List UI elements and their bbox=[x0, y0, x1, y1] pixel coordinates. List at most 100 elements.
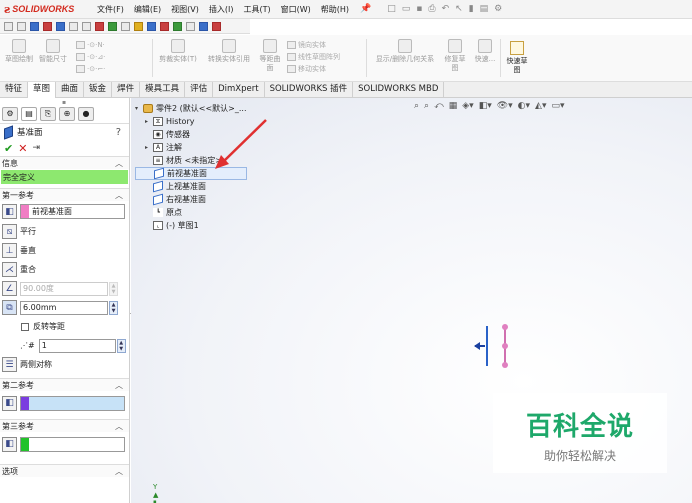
offset-distance-spinner[interactable]: ▲ ▼ bbox=[109, 300, 118, 315]
flip-offset-row[interactable]: 反转等距 bbox=[0, 317, 129, 336]
cancel-x-icon[interactable]: ✕ bbox=[18, 142, 27, 155]
menu-tools[interactable]: 工具(T) bbox=[238, 4, 275, 15]
toolbar-icon-17[interactable] bbox=[212, 21, 221, 31]
mirror-entities-button[interactable]: 镜向实体 bbox=[287, 40, 326, 50]
convert-entities-button[interactable]: 转换实体引用 bbox=[204, 39, 254, 64]
tab-sketch[interactable]: 草图 bbox=[28, 82, 57, 98]
toolbar-icon-8[interactable] bbox=[95, 21, 104, 31]
flip-offset-checkbox[interactable] bbox=[21, 322, 29, 331]
tab-dimxpert[interactable]: DimXpert bbox=[213, 82, 265, 98]
offset-surface-button[interactable]: 等距曲面 bbox=[258, 39, 282, 73]
second-reference-header[interactable]: 第二参考 ︿ bbox=[0, 378, 129, 391]
toolbar-icon-9[interactable] bbox=[108, 21, 117, 31]
trim-entities-button[interactable]: 剪裁实体(T) bbox=[158, 39, 198, 64]
line-tool[interactable]: ·⊙·N· bbox=[76, 40, 105, 50]
toolbar-icon-3[interactable] bbox=[30, 21, 39, 31]
sketch-draw-button[interactable]: 草图绘制 bbox=[4, 39, 34, 64]
toolbar-icon-6[interactable] bbox=[69, 21, 78, 31]
open-file-icon[interactable]: ▭ bbox=[402, 4, 411, 14]
toolbar-icon-10[interactable] bbox=[121, 21, 130, 31]
graphics-area[interactable]: ▾ 零件2 (默认<<默认>_... ▸ ⧖ History ◉ 传感器 ▸ A… bbox=[131, 98, 692, 503]
info-section-header[interactable]: 信息 ︿ bbox=[0, 156, 129, 169]
menu-insert[interactable]: 插入(I) bbox=[204, 4, 239, 15]
show-relations-button[interactable]: 显示/删除几何关系 bbox=[370, 39, 440, 64]
plane-handle[interactable] bbox=[502, 362, 508, 368]
property-manager-tab[interactable]: ▤ bbox=[21, 106, 37, 121]
save-icon[interactable]: ▪ bbox=[416, 4, 422, 14]
smart-dimension-button[interactable]: 智能尺寸 bbox=[38, 39, 68, 64]
new-file-icon[interactable]: □ bbox=[387, 4, 396, 14]
chevron-up-icon[interactable]: ︿ bbox=[115, 421, 123, 432]
tab-mbd[interactable]: SOLIDWORKS MBD bbox=[353, 82, 445, 98]
chevron-up-icon[interactable]: ︿ bbox=[115, 380, 123, 391]
chevron-up-icon[interactable]: ︿ bbox=[115, 158, 123, 169]
tab-sheet-metal[interactable]: 钣金 bbox=[84, 82, 113, 98]
toolbar-icon-11[interactable] bbox=[134, 21, 143, 31]
tab-addins[interactable]: SOLIDWORKS 插件 bbox=[265, 82, 354, 98]
plane-count-spinner[interactable]: ▲ ▼ bbox=[116, 338, 126, 353]
coincident-option[interactable]: ⋌ 重合 bbox=[0, 260, 129, 279]
display-manager-tab[interactable]: ● bbox=[78, 106, 94, 121]
toolbar-icon-2[interactable] bbox=[17, 21, 26, 31]
dimxpert-manager-tab[interactable]: ⊕ bbox=[59, 106, 75, 121]
menu-view[interactable]: 视图(V) bbox=[166, 4, 204, 15]
third-reference-header[interactable]: 第三参考 ︿ bbox=[0, 419, 129, 432]
select-icon[interactable]: ↖ bbox=[455, 4, 463, 14]
toolbar-icon-4[interactable] bbox=[43, 21, 52, 31]
tab-evaluate[interactable]: 评估 bbox=[185, 82, 214, 98]
rect-tool[interactable]: ·⊙·⊿· bbox=[76, 52, 105, 62]
options-section-header[interactable]: 选项 ︿ bbox=[0, 464, 129, 477]
help-icon[interactable]: ? bbox=[116, 127, 121, 138]
quick-snaps-button[interactable]: 快速... bbox=[472, 39, 498, 64]
angle-input[interactable]: 90.00度 bbox=[20, 281, 108, 296]
linear-pattern-button[interactable]: 线性草图阵列 bbox=[287, 52, 340, 62]
plane-count-input[interactable]: 1 bbox=[38, 338, 116, 353]
toolbar-icon-1[interactable] bbox=[4, 21, 13, 31]
pin-menu-icon[interactable]: 📌 bbox=[360, 4, 371, 14]
angle-icon[interactable]: ∠ bbox=[2, 281, 17, 296]
file-properties-icon[interactable]: ▤ bbox=[480, 4, 489, 14]
third-reference-field[interactable] bbox=[20, 436, 125, 452]
toolbar-icon-12[interactable] bbox=[147, 21, 156, 31]
perpendicular-option[interactable]: ⊥ 垂直 bbox=[0, 241, 129, 260]
coincident-icon[interactable]: ⋌ bbox=[2, 262, 17, 277]
chevron-up-icon[interactable]: ︿ bbox=[115, 466, 123, 477]
mid-plane-icon[interactable]: ☰ bbox=[2, 357, 17, 372]
offset-distance-icon[interactable]: ⧉ bbox=[2, 300, 17, 315]
tab-features[interactable]: 特征 bbox=[0, 82, 29, 98]
rapid-sketch-button[interactable]: 快速草图 bbox=[504, 41, 530, 75]
parallel-option[interactable]: ⧅ 平行 bbox=[0, 222, 129, 241]
tab-surfaces[interactable]: 曲面 bbox=[56, 82, 85, 98]
chevron-up-icon[interactable]: ︿ bbox=[115, 190, 123, 201]
toolbar-icon-14[interactable] bbox=[173, 21, 182, 31]
tab-weldments[interactable]: 焊件 bbox=[112, 82, 141, 98]
print-icon[interactable]: ⎙ bbox=[428, 4, 435, 14]
repair-sketch-button[interactable]: 修复草图 bbox=[442, 39, 468, 73]
menu-help[interactable]: 帮助(H) bbox=[316, 4, 354, 15]
angle-spinner[interactable]: ▲ ▼ bbox=[109, 281, 118, 296]
configuration-manager-tab[interactable]: ⎘ bbox=[40, 106, 56, 121]
second-reference-field[interactable] bbox=[20, 395, 125, 411]
plane-handle[interactable] bbox=[502, 343, 508, 349]
first-reference-header[interactable]: 第一参考 ︿ bbox=[0, 188, 129, 201]
toolbar-icon-16[interactable] bbox=[199, 21, 208, 31]
plane-handle[interactable] bbox=[502, 324, 508, 330]
move-entities-button[interactable]: 移动实体 bbox=[287, 64, 326, 74]
plane-preview[interactable] bbox=[471, 320, 511, 372]
options-gear-icon[interactable]: ⚙ bbox=[494, 4, 502, 14]
mid-plane-option[interactable]: ☰ 两侧对称 bbox=[0, 355, 129, 374]
feature-manager-tab[interactable]: ⚙ bbox=[2, 106, 18, 121]
menu-file[interactable]: 文件(F) bbox=[92, 4, 129, 15]
toolbar-icon-15[interactable] bbox=[186, 21, 195, 31]
slot-tool[interactable]: ·⊙·⌐· bbox=[76, 64, 105, 74]
ok-check-icon[interactable]: ✔ bbox=[4, 142, 13, 155]
toolbar-icon-7[interactable] bbox=[82, 21, 91, 31]
undo-icon[interactable]: ↶ bbox=[442, 4, 450, 14]
rebuild-icon[interactable]: ▮ bbox=[469, 4, 474, 14]
panel-drag-handle[interactable]: ▪ bbox=[62, 99, 66, 106]
tab-mold-tools[interactable]: 模具工具 bbox=[140, 82, 186, 98]
keep-visible-pin-icon[interactable]: ⇥ bbox=[32, 143, 40, 153]
perpendicular-icon[interactable]: ⊥ bbox=[2, 243, 17, 258]
menu-edit[interactable]: 编辑(E) bbox=[129, 4, 166, 15]
solidworks-logo[interactable]: ƨ SOLIDWORKS bbox=[0, 3, 92, 16]
